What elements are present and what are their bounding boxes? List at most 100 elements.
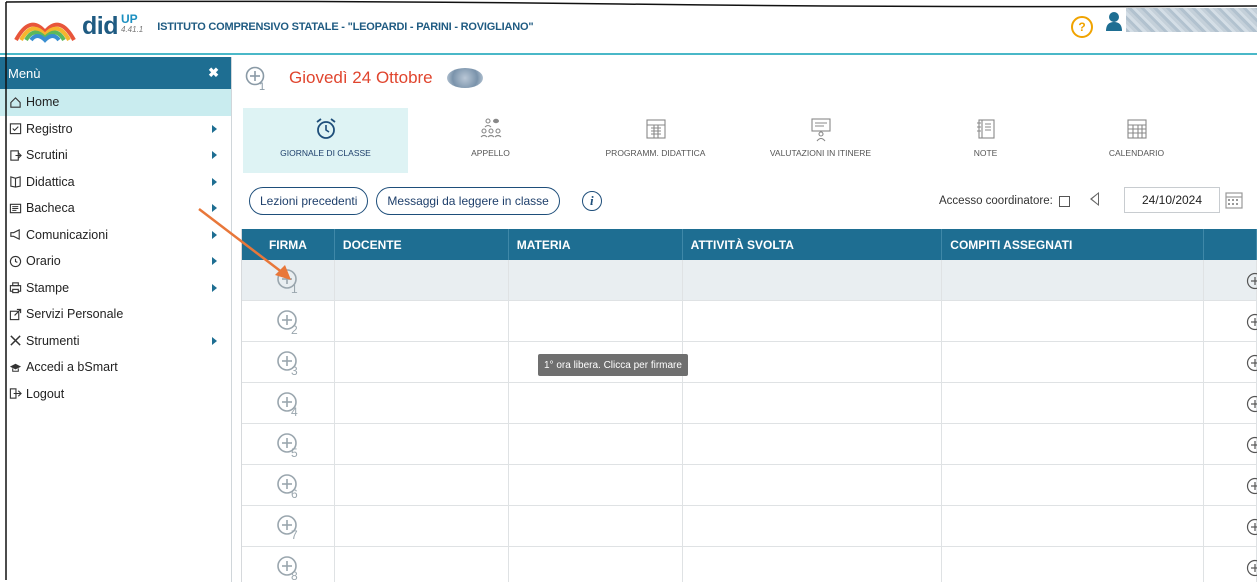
- table-cell[interactable]: [335, 260, 509, 300]
- sidebar-item-registro[interactable]: Registro: [0, 116, 231, 143]
- sign-hour-icon[interactable]: 7: [276, 514, 302, 540]
- sidebar-item-label: Servizi Personale: [26, 307, 124, 322]
- day-header: 1 Giovedì 24 Ottobre: [245, 65, 483, 91]
- add-row-icon[interactable]: [1246, 436, 1257, 454]
- class-badge-redacted: [446, 68, 483, 88]
- table-cell[interactable]: [1204, 260, 1257, 300]
- table-cell[interactable]: [683, 383, 943, 423]
- add-sign-icon[interactable]: 1: [245, 65, 267, 91]
- table-cell[interactable]: [335, 506, 509, 546]
- add-row-icon[interactable]: [1246, 477, 1257, 495]
- table-cell[interactable]: [942, 547, 1205, 582]
- tab-calendario[interactable]: CALENDARIO: [1068, 108, 1205, 173]
- tab-label: CALENDARIO: [1108, 148, 1165, 158]
- sidebar-item-accedi-a-bsmart[interactable]: Accedi a bSmart: [0, 354, 231, 381]
- header-docente[interactable]: DOCENTE: [335, 229, 509, 260]
- info-icon[interactable]: i: [581, 191, 602, 211]
- header-compiti[interactable]: COMPITI ASSEGNATI: [942, 229, 1205, 260]
- table-cell[interactable]: [1204, 547, 1257, 582]
- sign-hour-icon[interactable]: 4: [276, 391, 302, 417]
- tab-giornale-di-classe[interactable]: GIORNALE DI CLASSE: [243, 108, 408, 173]
- sidebar-item-strumenti[interactable]: Strumenti: [0, 328, 231, 355]
- tab-note[interactable]: NOTE: [903, 108, 1068, 173]
- table-cell[interactable]: [335, 465, 509, 505]
- date-field[interactable]: 24/10/2024: [1124, 187, 1220, 213]
- table-cell[interactable]: [509, 465, 683, 505]
- close-icon[interactable]: ✖: [208, 65, 219, 81]
- table-cell[interactable]: [942, 342, 1205, 382]
- sign-hour-icon[interactable]: 3: [276, 350, 302, 376]
- sidebar-item-logout[interactable]: Logout: [0, 381, 231, 408]
- table-cell[interactable]: [683, 424, 943, 464]
- board-icon: [8, 201, 22, 215]
- table-cell[interactable]: [942, 465, 1205, 505]
- table-cell[interactable]: [942, 383, 1205, 423]
- table-cell[interactable]: [509, 301, 683, 341]
- tools-icon: [8, 334, 22, 348]
- tab-appello[interactable]: APPELLO: [408, 108, 573, 173]
- table-cell[interactable]: [942, 301, 1205, 341]
- sign-hour-icon[interactable]: 2: [276, 309, 302, 335]
- user-icon[interactable]: [1105, 11, 1123, 31]
- table-cell[interactable]: [942, 260, 1205, 300]
- table-cell[interactable]: [1204, 424, 1257, 464]
- sign-hour-icon[interactable]: 6: [276, 473, 302, 499]
- table-cell[interactable]: [942, 506, 1205, 546]
- table-cell[interactable]: [335, 342, 509, 382]
- header-attivita[interactable]: ATTIVITÀ SVOLTA: [683, 229, 943, 260]
- table-cell: 5: [242, 424, 335, 464]
- table-row: 7: [242, 506, 1257, 547]
- add-row-icon[interactable]: [1246, 272, 1257, 290]
- table-cell[interactable]: [683, 342, 943, 382]
- table-cell[interactable]: [1204, 465, 1257, 505]
- add-row-icon[interactable]: [1246, 395, 1257, 413]
- table-cell[interactable]: [509, 260, 683, 300]
- table-cell[interactable]: [509, 424, 683, 464]
- sidebar-item-scrutini[interactable]: Scrutini: [0, 142, 231, 169]
- table-cell[interactable]: [509, 547, 683, 582]
- table-cell[interactable]: [509, 506, 683, 546]
- coordinator-checkbox[interactable]: [1058, 195, 1070, 207]
- add-row-icon[interactable]: [1246, 559, 1257, 577]
- table-cell[interactable]: [335, 383, 509, 423]
- table-cell[interactable]: [1204, 342, 1257, 382]
- tab-label: NOTE: [973, 148, 998, 158]
- sidebar-menu: Menù ✖ Home Registro Scrutini Didattica Bach…: [0, 57, 232, 582]
- table-cell[interactable]: [335, 424, 509, 464]
- logo-up-block: UP 4.41.1: [121, 13, 143, 35]
- table-cell[interactable]: [335, 301, 509, 341]
- table-cell[interactable]: [683, 506, 943, 546]
- tab-programm-didattica[interactable]: PROGRAMM. DIDATTICA: [573, 108, 738, 173]
- clock-icon: [8, 254, 22, 268]
- table-cell[interactable]: [509, 383, 683, 423]
- previous-day-icon[interactable]: [1090, 192, 1099, 206]
- add-row-icon[interactable]: [1246, 354, 1257, 372]
- table-cell[interactable]: [683, 260, 943, 300]
- add-row-icon[interactable]: [1246, 313, 1257, 331]
- table-cell[interactable]: [1204, 301, 1257, 341]
- sidebar-item-label: Stampe: [26, 280, 70, 295]
- sign-hour-icon[interactable]: 8: [276, 555, 302, 581]
- table-cell[interactable]: [683, 301, 943, 341]
- table-cell: 4: [242, 383, 335, 423]
- table-cell[interactable]: [942, 424, 1205, 464]
- sidebar-item-didattica[interactable]: Didattica: [0, 169, 231, 196]
- alarm-clock-icon: [314, 116, 338, 142]
- tab-valutazioni-in-itinere[interactable]: VALUTAZIONI IN ITINERE: [738, 108, 903, 173]
- add-row-icon[interactable]: [1246, 518, 1257, 536]
- table-cell[interactable]: [1204, 506, 1257, 546]
- user-name-redacted[interactable]: [1126, 8, 1257, 32]
- table-cell[interactable]: [335, 547, 509, 582]
- header-materia[interactable]: MATERIA: [509, 229, 683, 260]
- didup-logo[interactable]: did UP 4.41.1: [14, 10, 143, 44]
- sidebar-item-servizi-personale[interactable]: Servizi Personale: [0, 301, 231, 328]
- table-cell[interactable]: [683, 465, 943, 505]
- table-cell[interactable]: [683, 547, 943, 582]
- table-cell[interactable]: [1204, 383, 1257, 423]
- calendar-picker-icon[interactable]: [1224, 190, 1244, 210]
- sidebar-item-home[interactable]: Home: [0, 89, 231, 116]
- class-messages-button[interactable]: Messaggi da leggere in classe: [376, 187, 560, 215]
- sign-hour-icon[interactable]: 5: [276, 432, 302, 458]
- help-icon[interactable]: ?: [1071, 16, 1093, 38]
- table-row: 2: [242, 301, 1257, 342]
